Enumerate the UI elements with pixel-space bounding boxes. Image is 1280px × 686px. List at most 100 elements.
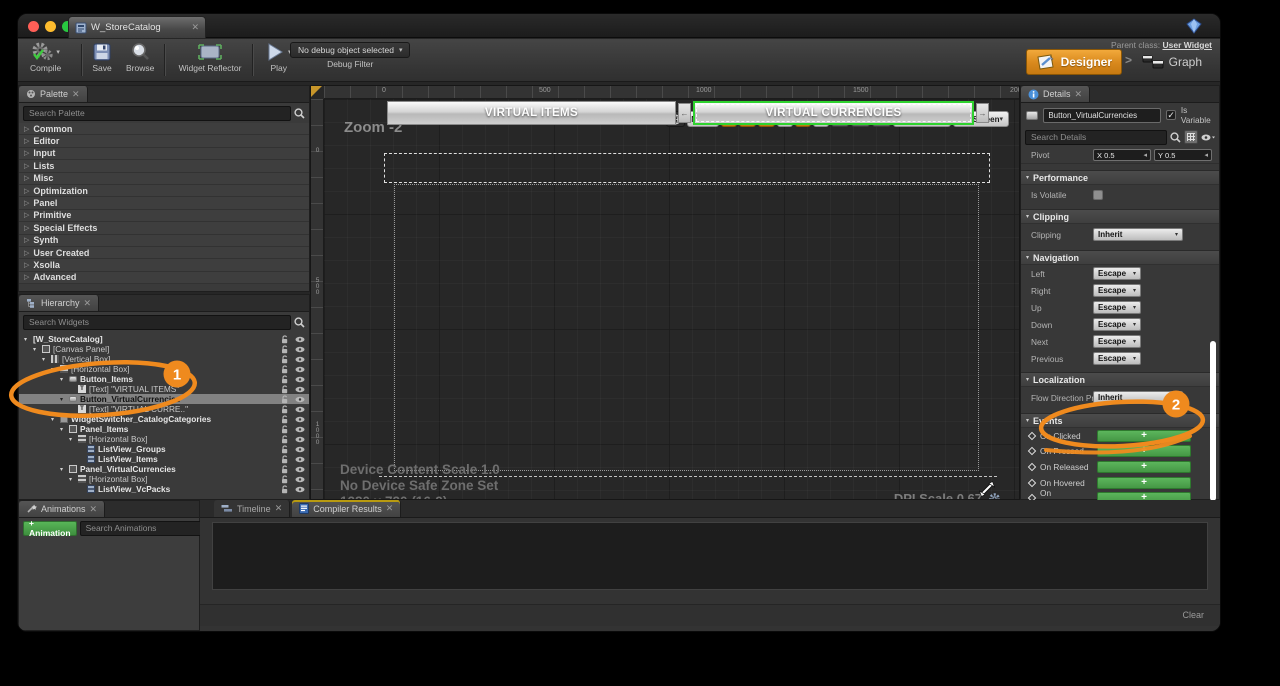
eye-icon[interactable]	[295, 476, 305, 483]
compile-options-caret[interactable]: ▾	[56, 48, 60, 56]
pivot-y-field[interactable]: Y 0.5◂	[1154, 149, 1212, 161]
palette-category[interactable]: ▷User Created	[19, 247, 309, 259]
scroll-left-widget[interactable]: ←	[678, 103, 691, 123]
close-icon[interactable]: ✕	[1075, 90, 1083, 99]
clipping-dropdown[interactable]: Inherit▾	[1093, 228, 1183, 241]
designer-canvas[interactable]: Zoom -2 None▾ R 4▾ Screen Size▾ Fill Scr…	[310, 85, 1020, 500]
tree-row[interactable]: ▾WidgetSwitcher_CatalogCategories	[19, 414, 309, 424]
expander-icon[interactable]: ▾	[60, 466, 66, 473]
expander-icon[interactable]: ▷	[24, 261, 29, 269]
lock-open-icon[interactable]	[281, 395, 289, 404]
tab-hierarchy[interactable]: Hierarchy ✕	[19, 295, 99, 311]
tree-row[interactable]: ▾Button_Items	[19, 374, 309, 384]
tree-row[interactable]: ▾Panel_VirtualCurrencies	[19, 464, 309, 474]
eye-icon[interactable]	[295, 416, 305, 423]
expander-icon[interactable]: ▾	[24, 336, 30, 343]
tree-row[interactable]: ▾[Horizontal Box]	[19, 434, 309, 444]
close-icon[interactable]: ✕	[386, 504, 394, 513]
tree-row[interactable]: ▾[Vertical Box]	[19, 354, 309, 364]
eye-icon[interactable]	[295, 356, 305, 363]
section-events[interactable]: ▾Events	[1021, 413, 1219, 428]
save-button[interactable]: Save	[92, 42, 112, 73]
lock-open-icon[interactable]	[281, 435, 289, 444]
virtual-currencies-button-widget[interactable]: VIRTUAL CURRENCIES	[693, 101, 974, 125]
tree-row[interactable]: ▾Panel_Items	[19, 424, 309, 434]
lock-open-icon[interactable]	[281, 415, 289, 424]
palette-category[interactable]: ▷Primitive	[19, 210, 309, 222]
expander-icon[interactable]: ▷	[24, 273, 29, 281]
tree-row[interactable]: T[Text] "VIRTUAL CURRE.."	[19, 404, 309, 414]
widget-name-input[interactable]	[1043, 108, 1161, 123]
palette-category[interactable]: ▷Lists	[19, 160, 309, 172]
expander-icon[interactable]: ▾	[51, 416, 57, 423]
expander-icon[interactable]: ▾	[69, 476, 75, 483]
section-clipping[interactable]: ▾Clipping	[1021, 209, 1219, 224]
expander-icon[interactable]: ▷	[24, 187, 29, 195]
eye-icon[interactable]	[295, 446, 305, 453]
expander-icon[interactable]: ▾	[33, 346, 39, 353]
lock-open-icon[interactable]	[281, 365, 289, 374]
tree-row[interactable]: ▾Button_VirtualCurrencies	[19, 394, 309, 404]
eye-icon[interactable]	[295, 426, 305, 433]
tab-animations[interactable]: Animations ✕	[19, 501, 105, 517]
close-tab-icon[interactable]: ✕	[191, 23, 199, 32]
details-scrollbar-thumb[interactable]	[1210, 341, 1216, 501]
lock-open-icon[interactable]	[281, 475, 289, 484]
browse-button[interactable]: Browse	[126, 42, 154, 73]
lock-open-icon[interactable]	[281, 345, 289, 354]
lock-open-icon[interactable]	[281, 455, 289, 464]
minimize-window-button[interactable]	[45, 21, 56, 32]
resize-handle-icon[interactable]	[979, 481, 995, 497]
expander-icon[interactable]: ▷	[24, 137, 29, 145]
tab-timeline[interactable]: Timeline ✕	[214, 500, 290, 517]
expander-icon[interactable]: ▷	[24, 149, 29, 157]
palette-category[interactable]: ▷Misc	[19, 173, 309, 185]
expander-icon[interactable]: ▷	[24, 224, 29, 232]
expander-icon[interactable]: ▷	[24, 174, 29, 182]
compiler-results-log[interactable]	[212, 522, 1208, 590]
graph-mode-button[interactable]: Graph	[1142, 49, 1202, 75]
eye-icon[interactable]	[295, 336, 305, 343]
palette-category[interactable]: ▷Common	[19, 123, 309, 135]
section-localization[interactable]: ▾Localization	[1021, 372, 1219, 387]
navigation-rule-dropdown[interactable]: Escape▾	[1093, 318, 1141, 331]
lock-open-icon[interactable]	[281, 385, 289, 394]
palette-category[interactable]: ▷Input	[19, 148, 309, 160]
designer-mode-button[interactable]: Designer	[1026, 49, 1122, 75]
details-search-input[interactable]	[1025, 130, 1167, 145]
expander-icon[interactable]: ▷	[24, 162, 29, 170]
debug-object-dropdown[interactable]: No debug object selected ▾	[290, 42, 410, 58]
expander-icon[interactable]: ▷	[24, 125, 29, 133]
lock-open-icon[interactable]	[281, 335, 289, 344]
add-event-button[interactable]: +	[1097, 445, 1191, 457]
design-surface[interactable]: Zoom -2 None▾ R 4▾ Screen Size▾ Fill Scr…	[324, 99, 1019, 499]
tab-details[interactable]: Details ✕	[1021, 86, 1090, 102]
eye-icon[interactable]	[295, 436, 305, 443]
add-animation-button[interactable]: + Animation	[23, 521, 77, 536]
virtual-items-button-widget[interactable]: VIRTUAL ITEMS	[387, 101, 676, 125]
section-performance[interactable]: ▾Performance	[1021, 170, 1219, 185]
add-event-button[interactable]: +	[1097, 461, 1191, 473]
property-matrix-button[interactable]	[1184, 130, 1198, 144]
expander-icon[interactable]: ▾	[42, 356, 48, 363]
palette-category[interactable]: ▷Editor	[19, 135, 309, 147]
pivot-x-field[interactable]: X 0.5◂	[1093, 149, 1151, 161]
expander-icon[interactable]: ▷	[24, 199, 29, 207]
hierarchy-search-input[interactable]	[23, 315, 291, 330]
eye-icon[interactable]	[295, 456, 305, 463]
marketplace-gem-icon[interactable]	[1186, 18, 1202, 34]
lock-open-icon[interactable]	[281, 425, 289, 434]
navigation-rule-dropdown[interactable]: Escape▾	[1093, 335, 1141, 348]
expander-icon[interactable]: ▷	[24, 249, 29, 257]
tree-row[interactable]: ▾[Horizontal Box]	[19, 474, 309, 484]
view-options-eye-icon[interactable]	[1201, 133, 1215, 142]
widget-reflector-button[interactable]: Widget Reflector	[174, 42, 246, 73]
expander-icon[interactable]: ▾	[60, 426, 66, 433]
close-icon[interactable]: ✕	[84, 299, 92, 308]
palette-search-input[interactable]	[23, 106, 291, 121]
expander-icon[interactable]: ▾	[60, 396, 66, 403]
add-event-button[interactable]: +	[1097, 477, 1191, 489]
tree-row[interactable]: ListView_Items	[19, 454, 309, 464]
close-window-button[interactable]	[28, 21, 39, 32]
close-icon[interactable]: ✕	[90, 505, 98, 514]
